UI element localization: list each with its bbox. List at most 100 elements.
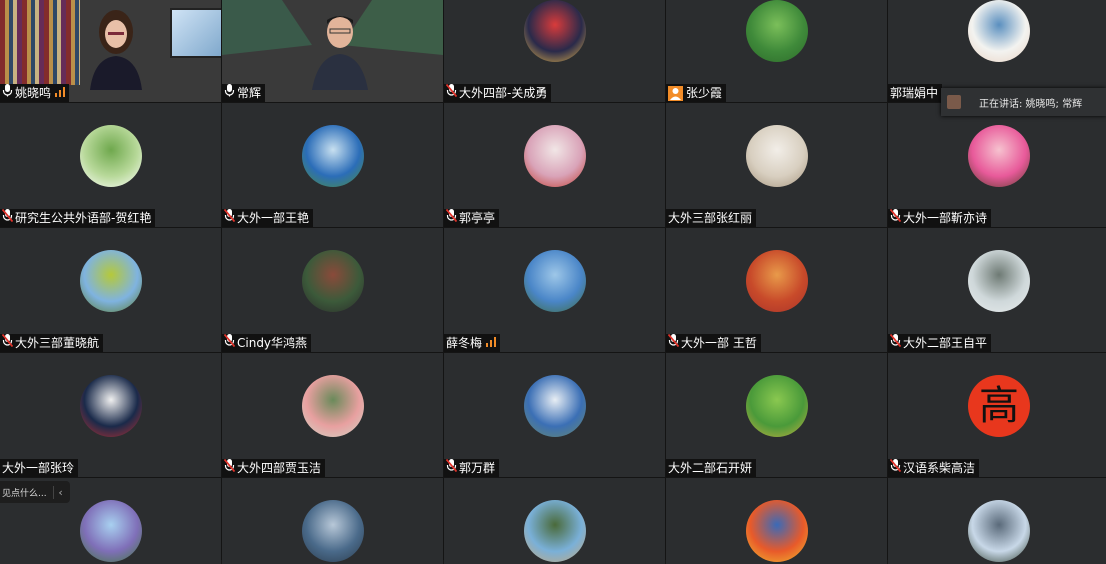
participant-tile[interactable]: 大外二部石开妍 <box>666 353 887 477</box>
participant-tile[interactable]: 郭瑞娟中 <box>888 0 1106 102</box>
participant-tile[interactable]: 郭亭亭 <box>444 103 665 227</box>
participant-name-label: 郭万群 <box>444 459 500 477</box>
participant-name-label: 大外三部董晓航 <box>0 334 104 352</box>
microphone-muted-icon <box>890 334 903 352</box>
participant-tile[interactable]: 姚晓鸣 <box>0 0 221 102</box>
microphone-muted-icon <box>224 334 237 352</box>
participant-name-label: 大外四部-关成勇 <box>444 84 552 102</box>
participant-tile[interactable]: 大外三部张红丽 <box>666 103 887 227</box>
participant-name: 郭亭亭 <box>459 211 496 225</box>
participant-name-label: 薛冬梅 <box>444 334 501 352</box>
participant-name-label: 张少霞 <box>666 84 727 102</box>
participant-name-label: 大外三部张红丽 <box>666 209 757 227</box>
participant-tile[interactable]: 大外四部贾玉洁 <box>222 353 443 477</box>
microphone-muted-icon <box>446 209 459 227</box>
participant-tile[interactable]: 高汉语系柴高洁 <box>888 353 1106 477</box>
audio-level-icon <box>51 84 66 102</box>
participant-tile[interactable]: 大外一部 王哲 <box>666 228 887 352</box>
chat-preview[interactable]: 见点什么... ‹ <box>0 481 70 503</box>
video-person <box>90 10 142 90</box>
participant-name: 大外二部石开妍 <box>668 461 753 475</box>
participant-name-label: 大外一部 王哲 <box>666 334 761 352</box>
chat-preview-text: 见点什么... <box>2 488 47 499</box>
active-speaker-indicator: 正在讲话: 姚晓鸣; 常辉 <box>941 88 1106 116</box>
participant-tile[interactable]: 大外三部董晓航 <box>0 228 221 352</box>
participant-name-label: 姚晓鸣 <box>0 84 70 102</box>
participant-tile[interactable] <box>888 478 1106 564</box>
participant-name-label: 大外四部贾玉洁 <box>222 459 326 477</box>
video-person <box>312 16 368 90</box>
participant-name-label: 郭瑞娟中 <box>888 84 943 102</box>
participant-tile[interactable]: 张少霞 <box>666 0 887 102</box>
participant-tile[interactable]: 大外二部王自平 <box>888 228 1106 352</box>
avatar <box>79 375 142 437</box>
participant-name: 大外一部靳亦诗 <box>903 211 988 225</box>
participant-tile[interactable]: 大外一部靳亦诗 <box>888 103 1106 227</box>
participant-gallery: 姚晓鸣 常辉 大外四部-关成勇 张少霞 郭瑞娟中研究生公共外语部-贺红艳 大外一部王艳 郭亭… <box>0 0 1106 564</box>
microphone-muted-icon <box>668 334 681 352</box>
avatar <box>968 125 1030 187</box>
participant-tile[interactable] <box>666 478 887 564</box>
avatar: 高 <box>968 375 1030 437</box>
participant-tile[interactable]: Cindy华鸿燕 <box>222 228 443 352</box>
avatar <box>968 0 1030 62</box>
participant-name: 大外四部-关成勇 <box>459 86 548 100</box>
participant-name-label: 大外一部靳亦诗 <box>888 209 992 227</box>
chevron-left-icon[interactable]: ‹ <box>52 485 68 499</box>
microphone-icon <box>2 84 15 102</box>
avatar <box>968 500 1030 562</box>
participant-name-label: 郭亭亭 <box>444 209 500 227</box>
participant-tile[interactable]: 郭万群 <box>444 353 665 477</box>
participant-name: 大外三部董晓航 <box>15 336 100 350</box>
participant-tile[interactable]: 常辉 <box>222 0 443 102</box>
participant-name: 研究生公共外语部-贺红艳 <box>15 211 152 225</box>
participant-name-label: Cindy华鸿燕 <box>222 334 312 352</box>
participant-name: 汉语系柴高洁 <box>903 461 976 475</box>
participant-tile[interactable]: 大外一部张玲 <box>0 353 221 477</box>
active-speaker-text: 正在讲话: 姚晓鸣; 常辉 <box>979 98 1083 110</box>
participant-tile[interactable]: 薛冬梅 <box>444 228 665 352</box>
participant-tile[interactable]: 大外四部-关成勇 <box>444 0 665 102</box>
microphone-icon <box>224 84 237 102</box>
speaker-avatar <box>947 95 961 109</box>
microphone-muted-icon <box>890 209 903 227</box>
participant-name-label: 大外一部张玲 <box>0 459 79 477</box>
participant-name-label: 大外二部王自平 <box>888 334 992 352</box>
avatar <box>523 250 586 312</box>
participant-name: 大外三部张红丽 <box>668 211 753 225</box>
participant-name: 大外二部王自平 <box>903 336 988 350</box>
participant-name: 薛冬梅 <box>446 336 483 350</box>
microphone-muted-icon <box>890 459 903 477</box>
participant-name-label: 汉语系柴高洁 <box>888 459 980 477</box>
participant-tile[interactable]: 研究生公共外语部-贺红艳 <box>0 103 221 227</box>
avatar <box>523 500 586 562</box>
avatar <box>301 375 364 437</box>
participant-tile[interactable]: 大外一部王艳 <box>222 103 443 227</box>
participant-name: 姚晓鸣 <box>15 86 52 100</box>
avatar <box>745 0 808 62</box>
participant-name: 大外一部 王哲 <box>681 336 757 350</box>
avatar <box>745 500 808 562</box>
participant-name: Cindy华鸿燕 <box>237 336 308 350</box>
wall-picture <box>170 8 221 58</box>
microphone-muted-icon <box>2 209 15 227</box>
avatar <box>79 500 142 562</box>
avatar <box>301 250 364 312</box>
participant-name: 郭瑞娟中 <box>890 86 939 100</box>
avatar <box>523 375 586 437</box>
participant-name: 大外一部王艳 <box>237 211 310 225</box>
participant-name-label: 大外二部石开妍 <box>666 459 757 477</box>
avatar <box>79 125 142 187</box>
participant-tile[interactable] <box>222 478 443 564</box>
participant-name: 常辉 <box>237 86 262 100</box>
user-icon <box>668 85 683 101</box>
avatar <box>523 0 586 62</box>
avatar <box>523 125 586 187</box>
microphone-muted-icon <box>224 459 237 477</box>
participant-tile[interactable] <box>444 478 665 564</box>
participant-name: 张少霞 <box>686 86 723 100</box>
microphone-muted-icon <box>446 459 459 477</box>
avatar <box>79 250 142 312</box>
microphone-muted-icon <box>224 209 237 227</box>
audio-level-icon <box>482 334 497 352</box>
